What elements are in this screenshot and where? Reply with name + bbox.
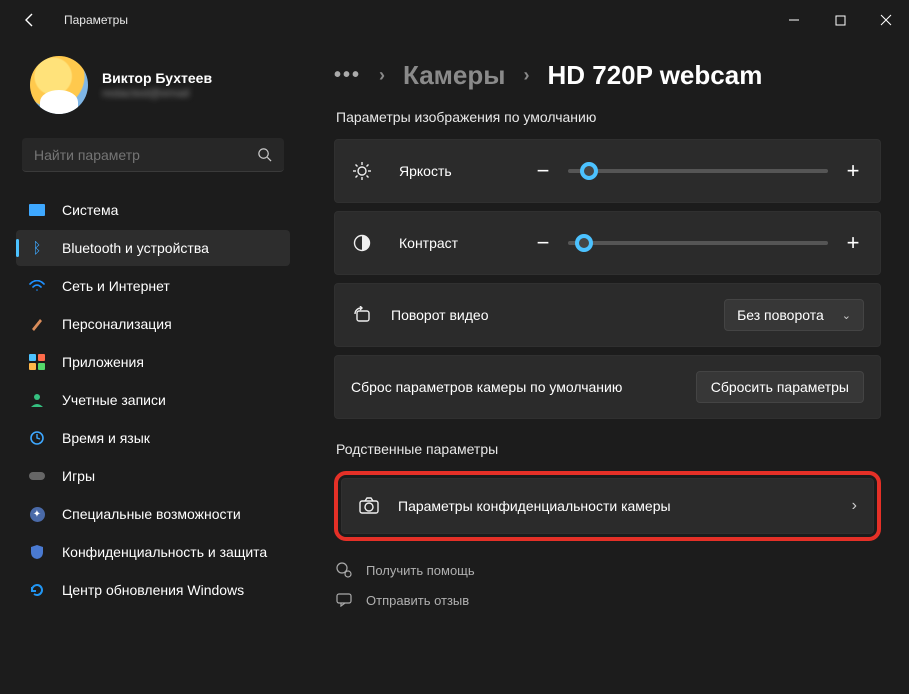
nav-label: Учетные записи: [62, 392, 166, 408]
reset-card: Сброс параметров камеры по умолчанию Сбр…: [334, 355, 881, 419]
update-icon: [28, 581, 46, 599]
nav-label: Специальные возможности: [62, 506, 241, 522]
sidebar-item-apps[interactable]: Приложения: [16, 344, 290, 380]
sidebar-item-update[interactable]: Центр обновления Windows: [16, 572, 290, 608]
chevron-right-icon: ›: [523, 65, 529, 86]
accessibility-icon: ✦: [28, 505, 46, 523]
sidebar-item-bluetooth[interactable]: ᛒ Bluetooth и устройства: [16, 230, 290, 266]
user-profile[interactable]: Виктор Бухтеев redacted@email: [16, 50, 290, 132]
rotation-label: Поворот видео: [391, 307, 488, 323]
privacy-settings-link[interactable]: Параметры конфиденциальности камеры ›: [341, 478, 874, 534]
search-input[interactable]: [34, 147, 249, 163]
get-help-link[interactable]: Получить помощь: [336, 555, 881, 585]
rotation-card: Поворот видео Без поворота ⌄: [334, 283, 881, 347]
nav-label: Время и язык: [62, 430, 150, 446]
apps-icon: [28, 353, 46, 371]
nav-label: Сеть и Интернет: [62, 278, 170, 294]
gamepad-icon: [28, 467, 46, 485]
section-label-related: Родственные параметры: [336, 441, 881, 457]
nav-label: Игры: [62, 468, 95, 484]
main-content: ••• › Камеры › HD 720P webcam Параметры …: [300, 40, 909, 694]
sidebar-item-personalization[interactable]: Персонализация: [16, 306, 290, 342]
sidebar-item-gaming[interactable]: Игры: [16, 458, 290, 494]
wifi-icon: [28, 277, 46, 295]
rotation-dropdown[interactable]: Без поворота ⌄: [724, 299, 864, 331]
contrast-label: Контраст: [399, 235, 458, 251]
nav-label: Bluetooth и устройства: [62, 240, 209, 256]
shield-icon: [28, 543, 46, 561]
user-email: redacted@email: [102, 86, 212, 100]
brightness-label: Яркость: [399, 163, 452, 179]
contrast-plus-button[interactable]: +: [842, 232, 864, 254]
sidebar: Виктор Бухтеев redacted@email Система ᛒB…: [0, 40, 300, 694]
rotate-icon: [351, 306, 373, 324]
nav-label: Центр обновления Windows: [62, 582, 244, 598]
avatar: [30, 56, 88, 114]
brightness-slider[interactable]: [568, 169, 828, 173]
feedback-label: Отправить отзыв: [366, 593, 469, 608]
brightness-minus-button[interactable]: −: [532, 160, 554, 182]
user-icon: [28, 391, 46, 409]
breadcrumb-current: HD 720P webcam: [547, 60, 762, 91]
minimize-button[interactable]: [771, 0, 817, 40]
privacy-label: Параметры конфиденциальности камеры: [398, 498, 671, 514]
reset-label: Сброс параметров камеры по умолчанию: [351, 379, 622, 395]
monitor-icon: [28, 201, 46, 219]
breadcrumb-more-icon[interactable]: •••: [334, 64, 361, 87]
search-icon: [257, 147, 272, 162]
sidebar-item-system[interactable]: Система: [16, 192, 290, 228]
chevron-right-icon: ›: [379, 65, 385, 86]
chevron-down-icon: ⌄: [842, 309, 851, 322]
maximize-button[interactable]: [817, 0, 863, 40]
contrast-slider[interactable]: [568, 241, 828, 245]
sidebar-item-time[interactable]: Время и язык: [16, 420, 290, 456]
titlebar: Параметры: [0, 0, 909, 40]
sidebar-item-accessibility[interactable]: ✦ Специальные возможности: [16, 496, 290, 532]
chevron-right-icon: ›: [852, 497, 857, 515]
highlight-annotation: Параметры конфиденциальности камеры ›: [334, 471, 881, 541]
window-title: Параметры: [64, 13, 128, 27]
clock-icon: [28, 429, 46, 447]
help-icon: [336, 562, 352, 578]
sidebar-item-privacy[interactable]: Конфиденциальность и защита: [16, 534, 290, 570]
help-links: Получить помощь Отправить отзыв: [334, 555, 881, 615]
bluetooth-icon: ᛒ: [28, 239, 46, 257]
breadcrumb: ••• › Камеры › HD 720P webcam: [334, 60, 881, 91]
user-name: Виктор Бухтеев: [102, 70, 212, 86]
sidebar-item-network[interactable]: Сеть и Интернет: [16, 268, 290, 304]
nav: Система ᛒ Bluetooth и устройства Сеть и И…: [16, 192, 290, 608]
contrast-card: Контраст − +: [334, 211, 881, 275]
breadcrumb-parent[interactable]: Камеры: [403, 60, 505, 91]
brightness-card: Яркость − +: [334, 139, 881, 203]
section-label-defaults: Параметры изображения по умолчанию: [336, 109, 881, 125]
feedback-link[interactable]: Отправить отзыв: [336, 585, 881, 615]
nav-label: Приложения: [62, 354, 144, 370]
get-help-label: Получить помощь: [366, 563, 475, 578]
reset-button[interactable]: Сбросить параметры: [696, 371, 864, 403]
sidebar-item-accounts[interactable]: Учетные записи: [16, 382, 290, 418]
contrast-minus-button[interactable]: −: [532, 232, 554, 254]
close-button[interactable]: [863, 0, 909, 40]
brightness-icon: [351, 161, 373, 181]
nav-label: Конфиденциальность и защита: [62, 544, 267, 560]
feedback-icon: [336, 593, 352, 607]
nav-label: Система: [62, 202, 118, 218]
search-box[interactable]: [22, 138, 284, 172]
brush-icon: [28, 315, 46, 333]
contrast-icon: [351, 234, 373, 252]
settings-window: Параметры Виктор Бухтеев redacted@email: [0, 0, 909, 694]
rotation-value: Без поворота: [737, 307, 824, 323]
window-controls: [771, 0, 909, 40]
back-button[interactable]: [16, 6, 44, 34]
brightness-plus-button[interactable]: +: [842, 160, 864, 182]
camera-icon: [358, 497, 380, 515]
nav-label: Персонализация: [62, 316, 172, 332]
